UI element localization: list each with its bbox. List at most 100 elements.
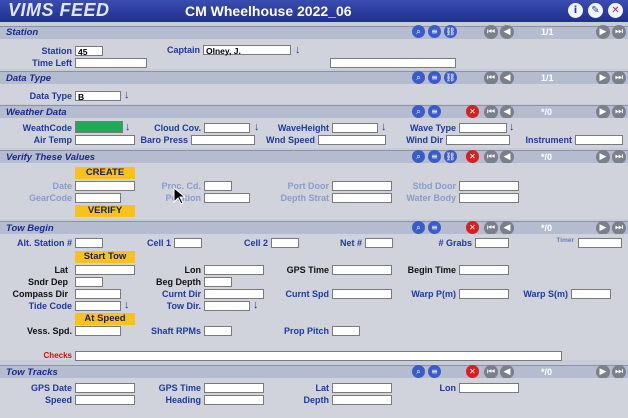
list-icon[interactable]: ≡ — [428, 105, 441, 118]
tide-code-dropdown-icon[interactable]: ↓ — [124, 299, 130, 311]
station-field[interactable]: 45 — [75, 46, 103, 57]
search-icon[interactable]: ⌕ — [412, 105, 425, 118]
net-field[interactable] — [365, 238, 393, 248]
vess-spd-field[interactable] — [75, 326, 121, 336]
link-icon[interactable]: ⛓ — [444, 25, 457, 38]
first-record-icon[interactable]: ⏮ — [484, 25, 498, 39]
tide-code-field[interactable] — [75, 301, 121, 311]
station-notes-field[interactable] — [330, 58, 456, 68]
lon-track-field[interactable] — [459, 383, 519, 393]
search-icon[interactable]: ⌕ — [412, 71, 425, 84]
edit-icon[interactable]: ✎ — [588, 3, 603, 18]
gps-date-field[interactable] — [75, 383, 135, 393]
alt-station-field[interactable] — [75, 238, 103, 248]
link-icon[interactable]: ⛓ — [444, 71, 457, 84]
last-record-icon[interactable]: ⏭ — [612, 221, 626, 235]
stbd-door-field[interactable] — [459, 181, 519, 191]
curnt-dir-field[interactable] — [204, 289, 264, 299]
lon-field[interactable] — [204, 265, 264, 275]
wave-type-field[interactable] — [459, 123, 507, 133]
search-icon[interactable]: ⌕ — [412, 25, 425, 38]
prev-record-icon[interactable]: ◀ — [500, 25, 514, 39]
cell2-field[interactable] — [271, 238, 299, 248]
lat-field[interactable] — [75, 265, 135, 275]
list-icon[interactable]: ≡ — [428, 71, 441, 84]
next-record-icon[interactable]: ▶ — [596, 25, 610, 39]
search-icon[interactable]: ⌕ — [412, 365, 425, 378]
info-icon[interactable]: i — [568, 3, 583, 18]
speed-field[interactable] — [75, 395, 135, 405]
begin-time-field[interactable] — [459, 265, 509, 275]
delete-icon[interactable]: ✕ — [466, 105, 479, 118]
lat-track-field[interactable] — [332, 383, 392, 393]
at-speed-button[interactable]: At Speed — [75, 313, 135, 325]
gps-time-field[interactable] — [332, 265, 392, 275]
cell1-field[interactable] — [174, 238, 202, 248]
cloud-cov-dropdown-icon[interactable]: ↓ — [254, 121, 260, 133]
prop-pitch-field[interactable] — [332, 326, 360, 336]
search-icon[interactable]: ⌕ — [412, 221, 425, 234]
delete-icon[interactable]: ✕ — [466, 365, 479, 378]
last-record-icon[interactable]: ⏭ — [612, 365, 626, 379]
close-icon[interactable]: ✕ — [608, 3, 623, 18]
heading-field[interactable] — [204, 395, 264, 405]
search-icon[interactable]: ⌕ — [412, 150, 425, 163]
shaft-rpm-field[interactable] — [204, 326, 232, 336]
compass-dir-field[interactable] — [75, 289, 121, 299]
warp-p-field[interactable] — [459, 289, 509, 299]
next-record-icon[interactable]: ▶ — [596, 365, 610, 379]
water-body-field[interactable] — [459, 193, 519, 203]
proc-cd-field[interactable] — [204, 181, 232, 191]
timer-field[interactable] — [578, 238, 622, 248]
list-icon[interactable]: ≡ — [428, 150, 441, 163]
wind-speed-field[interactable] — [318, 135, 386, 145]
verify-button[interactable]: VERIFY — [75, 205, 135, 217]
wave-height-field[interactable] — [332, 123, 378, 133]
last-record-icon[interactable]: ⏭ — [612, 71, 626, 85]
tow-dir-field[interactable] — [204, 301, 250, 311]
first-record-icon[interactable]: ⏮ — [484, 150, 498, 164]
list-icon[interactable]: ≡ — [428, 365, 441, 378]
checks-field[interactable] — [75, 351, 562, 361]
captain-field[interactable]: Olney, J. — [203, 45, 291, 56]
first-record-icon[interactable]: ⏮ — [484, 221, 498, 235]
air-temp-field[interactable] — [75, 135, 135, 145]
prev-record-icon[interactable]: ◀ — [500, 365, 514, 379]
prev-record-icon[interactable]: ◀ — [500, 71, 514, 85]
grabs-field[interactable] — [475, 238, 509, 248]
prev-record-icon[interactable]: ◀ — [500, 221, 514, 235]
time-left-field[interactable] — [75, 58, 147, 68]
list-icon[interactable]: ≡ — [428, 221, 441, 234]
next-record-icon[interactable]: ▶ — [596, 71, 610, 85]
wave-type-dropdown-icon[interactable]: ↓ — [509, 121, 515, 133]
start-tow-button[interactable]: Start Tow — [75, 251, 135, 263]
list-icon[interactable]: ≡ — [428, 25, 441, 38]
delete-icon[interactable]: ✕ — [466, 221, 479, 234]
weathcode-field[interactable] — [75, 121, 123, 133]
last-record-icon[interactable]: ⏭ — [612, 25, 626, 39]
warp-s-field[interactable] — [571, 289, 611, 299]
sndr-dep-field[interactable] — [75, 277, 103, 287]
last-record-icon[interactable]: ⏭ — [612, 105, 626, 119]
date-field[interactable] — [75, 181, 135, 191]
next-record-icon[interactable]: ▶ — [596, 105, 610, 119]
gearcode-field[interactable] — [75, 193, 121, 203]
create-button[interactable]: CREATE — [75, 167, 135, 179]
depth-strat-field[interactable] — [332, 193, 392, 203]
link-icon[interactable]: ⛓ — [444, 150, 457, 163]
position-field[interactable] — [204, 193, 250, 203]
wave-height-dropdown-icon[interactable]: ↓ — [381, 121, 387, 133]
weathcode-dropdown-icon[interactable]: ↓ — [125, 121, 131, 133]
port-door-field[interactable] — [332, 181, 392, 191]
next-record-icon[interactable]: ▶ — [596, 221, 610, 235]
first-record-icon[interactable]: ⏮ — [484, 105, 498, 119]
tow-dir-dropdown-icon[interactable]: ↓ — [253, 299, 259, 311]
data-type-dropdown-icon[interactable]: ↓ — [124, 89, 130, 101]
first-record-icon[interactable]: ⏮ — [484, 71, 498, 85]
curnt-spd-field[interactable] — [332, 289, 392, 299]
prev-record-icon[interactable]: ◀ — [500, 105, 514, 119]
beg-depth-field[interactable] — [204, 277, 232, 287]
last-record-icon[interactable]: ⏭ — [612, 150, 626, 164]
instrument-field[interactable] — [575, 135, 623, 145]
delete-icon[interactable]: ✕ — [466, 150, 479, 163]
